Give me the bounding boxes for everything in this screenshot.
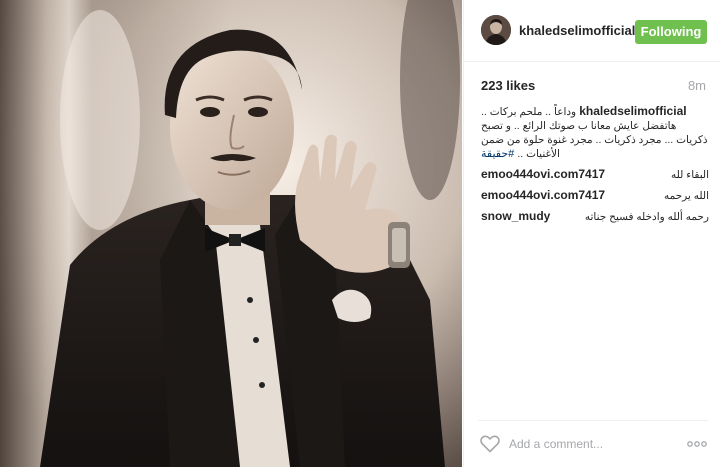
post-photo[interactable] [0, 0, 462, 467]
comment-username[interactable]: snow_mudy [481, 209, 550, 223]
comment-username[interactable]: emoo444ovi.com7417 [481, 167, 605, 181]
comment-item: emoo444ovi.com7417 الله يرحمه [481, 188, 709, 203]
comment-text: رحمه ألله وادخله فسيح جناته [584, 211, 709, 223]
likes-count[interactable]: 223 likes [481, 78, 535, 93]
avatar-image [481, 15, 511, 45]
comment-item: snow_mudy رحمه ألله وادخله فسيح جناته [481, 209, 709, 224]
post-time[interactable]: 8m [688, 78, 706, 93]
more-dots-icon[interactable] [686, 435, 708, 453]
comments-list: khaledselimofficial وداعاً .. ملحم بركات… [481, 104, 709, 230]
comment-item: emoo444ovi.com7417 البقاء لله [481, 167, 709, 182]
caption: khaledselimofficial وداعاً .. ملحم بركات… [481, 104, 709, 161]
caption-username[interactable]: khaledselimofficial [579, 104, 686, 118]
comment-footer [478, 420, 708, 467]
following-button[interactable]: Following [635, 20, 707, 44]
post-photo-image [0, 0, 462, 467]
heart-outline-icon[interactable] [480, 435, 500, 453]
post-header: khaledselimofficial Following [464, 0, 720, 62]
header-username[interactable]: khaledselimofficial [519, 23, 635, 38]
post-side-panel: khaledselimofficial Following 223 likes … [463, 0, 720, 467]
comment-text: الله يرحمه [663, 190, 709, 202]
comment-username[interactable]: emoo444ovi.com7417 [481, 188, 605, 202]
add-comment-input[interactable] [509, 435, 659, 453]
avatar[interactable] [481, 15, 511, 45]
caption-hashtag[interactable]: #حقيقة [481, 148, 514, 160]
comment-text: البقاء لله [671, 169, 709, 181]
instagram-post: khaledselimofficial Following 223 likes … [0, 0, 720, 467]
